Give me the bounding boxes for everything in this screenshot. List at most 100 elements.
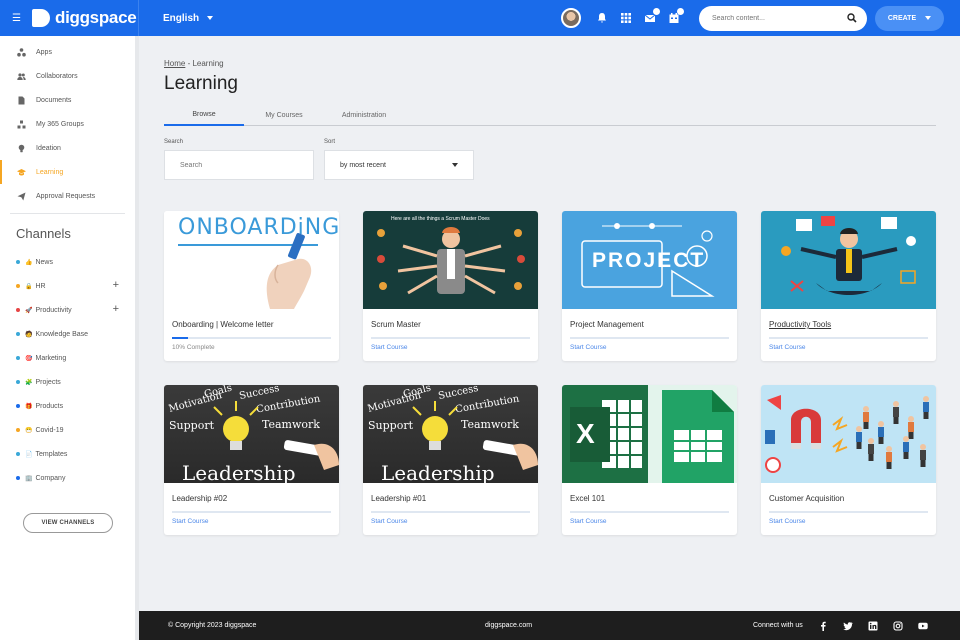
course-title[interactable]: Scrum Master [371,320,421,329]
channel-emoji: 🧩 [25,379,33,386]
start-course-link[interactable]: Start Course [172,518,209,525]
sidebar-item-collaborators[interactable]: Collaborators [0,64,135,88]
art-text: X [576,418,595,449]
course-search-input[interactable] [180,161,290,169]
sort-value: by most recent [340,161,386,169]
course-title[interactable]: Excel 101 [570,494,605,503]
channel-item-products[interactable]: 🎁 Products [0,394,135,418]
view-channels-button[interactable]: VIEW CHANNELS [23,513,113,533]
sidebar-item-label: Learning [36,168,64,176]
art-word: Leadership [182,461,296,483]
sidebar-item-label: Documents [36,96,72,104]
course-thumbnail[interactable]: X [562,385,737,483]
twitter-icon[interactable] [842,621,853,631]
start-course-link[interactable]: Start Course [769,344,806,351]
channel-item-news[interactable]: 👍 News [0,250,135,274]
course-card[interactable]: X Excel 101 Start Course [562,385,737,535]
linkedin-icon[interactable] [868,621,878,631]
sidebar-item-approval-requests[interactable]: Approval Requests [0,184,135,208]
channel-dot [16,356,20,360]
avatar[interactable] [561,8,581,28]
calendar-icon[interactable] [667,8,684,25]
course-card[interactable]: Productivity Tools Start Course [761,211,936,361]
groups-icon [17,120,26,129]
course-thumbnail[interactable]: Goals Success Motivation Contribution Suppor… [164,385,339,483]
course-title[interactable]: Project Management [570,320,644,329]
search-label: Search [164,139,184,145]
sidebar-item-apps[interactable]: Apps [0,40,135,64]
channel-emoji: 🧑 [25,331,33,338]
course-card[interactable]: Goals Success Motivation Contribution Suppor… [363,385,538,535]
course-thumbnail[interactable] [761,211,936,309]
channel-emoji: 😷 [25,427,33,434]
channel-item-marketing[interactable]: 🎯 Marketing [0,346,135,370]
global-search[interactable] [699,5,867,31]
channel-dot [16,308,20,312]
start-course-link[interactable]: Start Course [769,518,806,525]
language-selector[interactable]: English [163,13,214,24]
channel-dot [16,284,20,288]
channel-item-productivity[interactable]: 🚀 Productivity + [0,298,135,322]
add-channel-icon[interactable]: + [113,280,119,291]
chevron-down-icon [207,16,214,20]
course-card[interactable]: Goals Success Motivation Contribution Suppor… [164,385,339,535]
search-icon[interactable] [847,13,857,23]
course-card[interactable]: Customer Acquisition Start Course [761,385,936,535]
tab-browse[interactable]: Browse [164,104,244,126]
start-course-link[interactable]: Start Course [371,344,408,351]
course-title[interactable]: Productivity Tools [769,320,831,329]
global-search-input[interactable] [712,14,832,22]
apps-icon [17,47,26,57]
menu-icon[interactable]: ☰ [12,13,28,24]
footer-site-link[interactable]: diggspace.com [485,622,532,629]
sidebar-item-my-365-groups[interactable]: My 365 Groups [0,112,135,136]
course-progress-bar [769,337,928,339]
sidebar-item-learning[interactable]: Learning [0,160,135,184]
course-thumbnail[interactable] [761,385,936,483]
course-thumbnail[interactable]: Here are all the things a Scrum Master D… [363,211,538,309]
youtube-icon[interactable] [918,621,928,631]
lightbulb-icon [17,144,26,153]
tab-my-courses[interactable]: My Courses [244,104,324,126]
start-course-link[interactable]: Start Course [371,518,408,525]
channel-dot [16,452,20,456]
start-course-link[interactable]: Start Course [570,518,607,525]
mail-icon[interactable] [643,8,660,25]
course-progress-bar [172,511,331,513]
facebook-icon[interactable] [818,621,828,631]
course-title[interactable]: Leadership #02 [172,494,227,503]
course-title[interactable]: Onboarding | Welcome letter [172,320,274,329]
course-card[interactable]: ONBOARDiNG Onboarding | Welcome letter 10%… [164,211,339,361]
instagram-icon[interactable] [893,620,903,631]
tab-administration[interactable]: Administration [324,104,404,126]
course-title[interactable]: Customer Acquisition [769,494,844,503]
sidebar-item-label: Apps [36,48,52,56]
brand-name[interactable]: diggspace [55,8,137,28]
course-search[interactable] [164,150,314,180]
course-thumbnail[interactable]: ONBOARDiNG [164,211,339,309]
course-title[interactable]: Leadership #01 [371,494,426,503]
course-thumbnail[interactable]: Goals Success Motivation Contribution Suppor… [363,385,538,483]
course-thumbnail[interactable]: PROJECT [562,211,737,309]
sort-select[interactable]: by most recent [324,150,474,180]
sidebar-item-documents[interactable]: Documents [0,88,135,112]
course-progress-text: 10% Complete [172,344,215,351]
create-button[interactable]: CREATE [875,5,944,31]
breadcrumb-home[interactable]: Home [164,59,185,68]
course-progress-bar [769,511,928,513]
channel-item-templates[interactable]: 📄 Templates [0,442,135,466]
channel-item-hr[interactable]: 🔒 HR + [0,274,135,298]
channel-item-covid-19[interactable]: 😷 Covid-19 [0,418,135,442]
bell-icon[interactable] [595,11,609,25]
sidebar-item-ideation[interactable]: Ideation [0,136,135,160]
grid-icon[interactable] [619,11,633,25]
channel-item-knowledge-base[interactable]: 🧑 Knowledge Base [0,322,135,346]
start-course-link[interactable]: Start Course [570,344,607,351]
channel-item-projects[interactable]: 🧩 Projects [0,370,135,394]
course-card[interactable]: Here are all the things a Scrum Master D… [363,211,538,361]
channel-item-company[interactable]: 🏢 Company [0,466,135,490]
course-card[interactable]: PROJECT Project Management Start Course [562,211,737,361]
add-channel-icon[interactable]: + [113,304,119,315]
logo-icon [32,9,50,27]
create-label: CREATE [887,14,917,22]
